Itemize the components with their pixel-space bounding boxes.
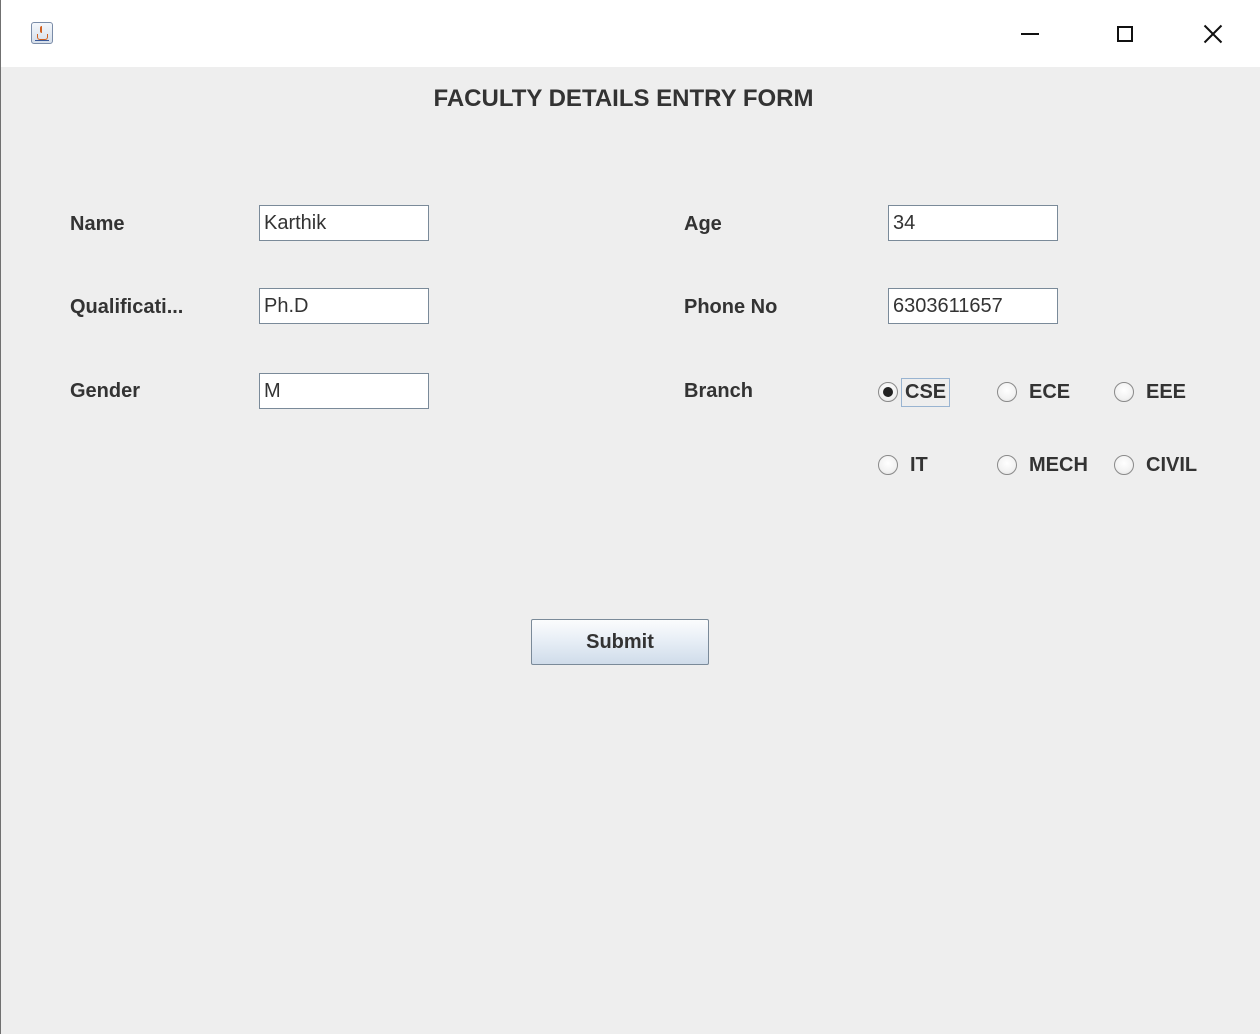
phone-label: Phone No [684, 296, 778, 318]
branch-radio-cse[interactable]: CSE [878, 375, 951, 409]
radio-unselected-icon [1114, 382, 1134, 402]
app-window: FACULTY DETAILS ENTRY FORM Name Qualific… [0, 0, 1260, 1034]
gender-label: Gender [70, 380, 141, 402]
minimize-button[interactable] [1002, 0, 1058, 67]
title-bar[interactable] [1, 0, 1260, 67]
form-title: FACULTY DETAILS ENTRY FORM [433, 85, 814, 112]
branch-radio-it[interactable]: IT [878, 448, 932, 482]
qualification-label: Qualificati... [70, 296, 184, 318]
branch-radio-civil[interactable]: CIVIL [1114, 448, 1201, 482]
maximize-button[interactable] [1097, 0, 1153, 67]
form-panel: FACULTY DETAILS ENTRY FORM Name Qualific… [1, 67, 1260, 1034]
radio-unselected-icon [878, 455, 898, 475]
age-label: Age [684, 213, 722, 235]
qualification-field[interactable] [259, 288, 429, 324]
radio-unselected-icon [997, 382, 1017, 402]
radio-unselected-icon [1114, 455, 1134, 475]
radio-selected-icon [878, 382, 898, 402]
submit-button[interactable]: Submit [531, 619, 709, 665]
branch-radio-eee[interactable]: EEE [1114, 375, 1190, 409]
branch-radio-mech[interactable]: MECH [997, 448, 1092, 482]
java-app-icon[interactable] [31, 22, 53, 44]
age-field[interactable] [888, 205, 1058, 241]
name-field[interactable] [259, 205, 429, 241]
minimize-icon [1021, 32, 1039, 35]
branch-radio-ece[interactable]: ECE [997, 375, 1074, 409]
radio-label: MECH [1029, 453, 1088, 476]
close-icon [1203, 24, 1223, 44]
gender-field[interactable] [259, 373, 429, 409]
radio-label: CSE [901, 377, 951, 407]
radio-label: CIVIL [1146, 453, 1198, 476]
radio-label: ECE [1029, 380, 1071, 403]
phone-field[interactable] [888, 288, 1058, 324]
name-label: Name [70, 213, 125, 235]
radio-label: IT [910, 453, 928, 476]
close-button[interactable] [1185, 0, 1241, 67]
radio-label: EEE [1146, 380, 1187, 403]
maximize-icon [1117, 25, 1133, 42]
radio-unselected-icon [997, 455, 1017, 475]
branch-label: Branch [684, 380, 753, 402]
